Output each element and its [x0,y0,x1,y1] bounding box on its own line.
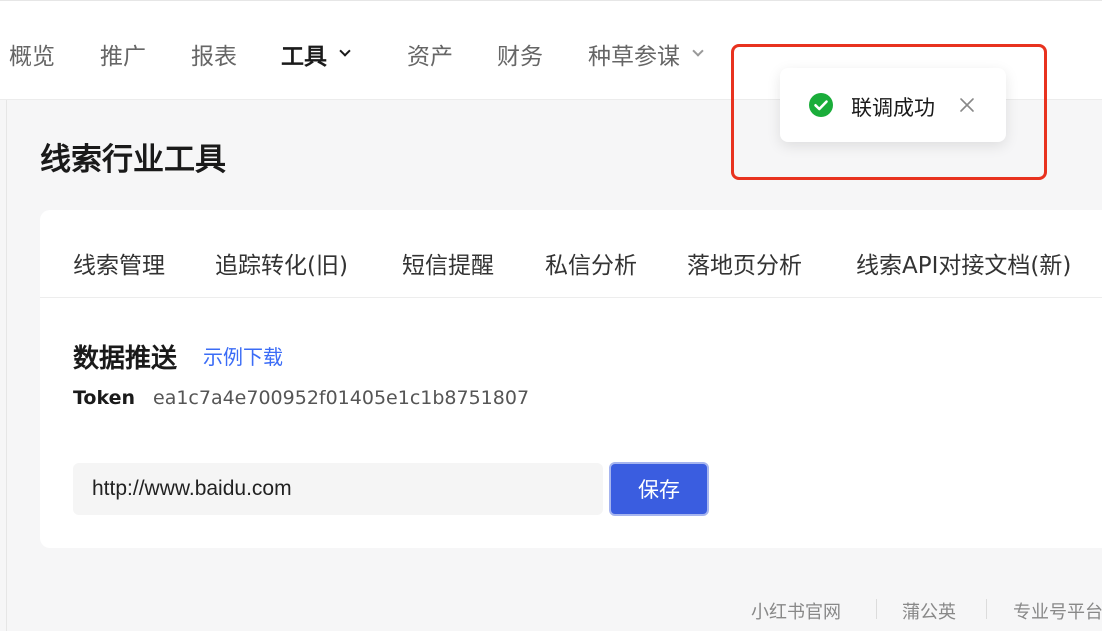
nav-item-label: 资产 [407,44,453,70]
tools-card: 线索管理 追踪转化(旧) 短信提醒 私信分析 落地页分析 线索API对接文档(新… [40,210,1102,548]
footer-divider [986,599,987,619]
nav-item-tools[interactable]: 工具 [281,37,351,71]
push-url-input[interactable] [73,463,603,515]
nav-item-overview[interactable]: 概览 [9,37,55,71]
nav-item-label: 种草参谋 [588,44,680,70]
nav-item-label: 概览 [9,44,55,70]
tab-lead-api-docs-new[interactable]: 线索API对接文档(新) [856,246,1071,280]
footer-link-xiaohongshu[interactable]: 小红书官网 [751,598,841,624]
nav-item-reports[interactable]: 报表 [191,37,237,71]
close-icon[interactable] [956,94,978,116]
nav-item-label: 财务 [497,44,543,70]
footer-link-pro-account[interactable]: 专业号平台 [1013,598,1102,624]
tab-sms-reminder[interactable]: 短信提醒 [402,246,494,280]
tab-lead-management[interactable]: 线索管理 [73,246,165,280]
left-divider [6,100,7,631]
page-title: 线索行业工具 [40,142,226,178]
nav-item-label: 报表 [191,44,237,70]
toast-message: 联调成功 [851,96,935,120]
token-label: Token [73,387,136,409]
chevron-down-icon [339,45,351,57]
token-value: ea1c7a4e700952f01405e1c1b8751807 [153,387,530,409]
nav-item-label: 工具 [281,44,327,70]
tab-bar: 线索管理 追踪转化(旧) 短信提醒 私信分析 落地页分析 线索API对接文档(新… [40,210,1102,298]
sample-download-link[interactable]: 示例下载 [203,341,283,370]
nav-item-finance[interactable]: 财务 [497,37,543,71]
footer-divider [876,599,877,619]
nav-item-promotion[interactable]: 推广 [100,37,146,71]
check-circle-icon [809,93,833,117]
success-toast: 联调成功 [780,68,1006,142]
tab-dm-analysis[interactable]: 私信分析 [545,246,637,280]
footer-link-pugongying[interactable]: 蒲公英 [902,598,956,624]
tab-conversion-tracking-old[interactable]: 追踪转化(旧) [215,246,348,280]
chevron-down-icon [692,45,704,57]
nav-item-label: 推广 [100,44,146,70]
nav-item-seeding-advisor[interactable]: 种草参谋 [588,37,704,71]
tab-landing-page-analysis[interactable]: 落地页分析 [687,246,802,280]
nav-item-assets[interactable]: 资产 [407,37,453,71]
section-title: 数据推送 [73,344,178,374]
save-button[interactable]: 保存 [609,462,709,516]
